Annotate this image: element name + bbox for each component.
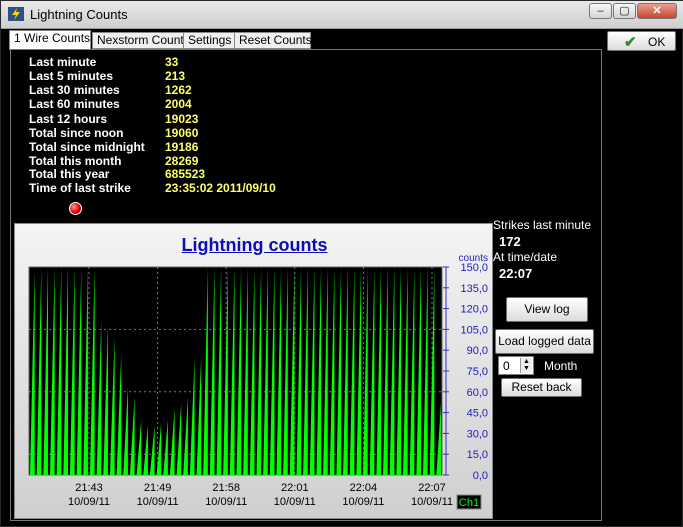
- month-spinner[interactable]: 0 ▲ ▼: [498, 356, 534, 375]
- stat-value: 19060: [165, 126, 199, 140]
- app-icon: [8, 7, 24, 21]
- close-button[interactable]: ✕: [637, 3, 677, 19]
- stat-value: 33: [165, 55, 179, 69]
- status-led-indicator: [69, 202, 82, 215]
- stat-value: 19023: [165, 112, 199, 126]
- load-logged-data-button[interactable]: Load logged data: [495, 329, 594, 354]
- chart-panel: Lightning counts 0,0 15,0 30,0 45,0 60,0 75,0…: [14, 223, 493, 519]
- y-tick-label: 75,0: [467, 366, 488, 378]
- stat-label: Time of last strike: [29, 181, 131, 195]
- stat-value: 23:35:02 2011/09/10: [165, 181, 276, 195]
- at-time-date-value: 22:07: [499, 266, 533, 281]
- checkmark-icon: ✔: [624, 34, 637, 51]
- stat-value: 28269: [165, 154, 199, 168]
- stat-value: 19186: [165, 140, 199, 154]
- y-tick-label: 120,0: [460, 304, 488, 316]
- stat-label: Last 5 minutes: [29, 69, 114, 83]
- stat-label: Total this year: [29, 167, 110, 181]
- view-log-button[interactable]: View log: [506, 297, 588, 322]
- month-label: Month: [544, 359, 578, 373]
- stat-label: Last 12 hours: [29, 112, 108, 126]
- channel-label: Ch1: [459, 497, 479, 509]
- tab-1-wire-counts[interactable]: 1 Wire Counts: [9, 30, 91, 50]
- y-axis-label: counts: [459, 253, 488, 264]
- tab-reset-counts[interactable]: Reset Counts: [234, 32, 312, 49]
- minimize-icon: –: [597, 5, 604, 17]
- y-tick-label: 90,0: [467, 345, 488, 357]
- stat-label: Total since midnight: [29, 140, 145, 154]
- y-tick-label: 15,0: [467, 449, 488, 461]
- stat-value: 685523: [165, 167, 206, 181]
- stat-value: 1262: [165, 83, 192, 97]
- stat-label: Total since noon: [29, 126, 124, 140]
- reset-back-button[interactable]: Reset back: [501, 378, 582, 397]
- y-tick-label: 105,0: [460, 324, 488, 336]
- stat-value: 2004: [165, 97, 192, 111]
- strikes-last-minute-value: 172: [499, 234, 521, 249]
- stat-label: Last 30 minutes: [29, 83, 120, 97]
- x-tick-date-label: 10/09/11: [137, 496, 179, 508]
- x-tick-label: 21:58: [212, 482, 240, 494]
- y-tick-label: 60,0: [467, 387, 488, 399]
- stat-label: Last minute: [29, 55, 97, 69]
- maximize-icon: ▢: [619, 5, 630, 17]
- x-tick-label: 22:04: [350, 482, 378, 494]
- strikes-last-minute-label: Strikes last minute: [493, 218, 592, 232]
- x-tick-date-label: 10/09/11: [342, 496, 384, 508]
- y-tick-label: 0,0: [473, 470, 488, 482]
- x-tick-label: 21:49: [144, 482, 172, 494]
- y-tick-label: 45,0: [467, 408, 488, 420]
- y-tick-label: 30,0: [467, 428, 488, 440]
- tab-nexstorm-counts[interactable]: Nexstorm Counts: [92, 32, 190, 49]
- x-tick-date-label: 10/09/11: [274, 496, 316, 508]
- lightning-chart: 0,0 15,0 30,0 45,0 60,0 75,0 90,0 105,0 120,0 135…: [28, 253, 488, 510]
- month-spinner-value: 0: [503, 359, 510, 373]
- close-icon: ✕: [652, 5, 662, 17]
- x-tick-date-label: 10/09/11: [205, 496, 247, 508]
- spinner-arrows-icon[interactable]: ▲ ▼: [520, 358, 532, 373]
- y-tick-label: 135,0: [460, 283, 488, 295]
- minimize-button[interactable]: –: [589, 3, 612, 19]
- tab-settings[interactable]: Settings: [183, 32, 241, 49]
- window-title: Lightning Counts: [30, 7, 128, 22]
- x-tick-date-label: 10/09/11: [411, 496, 453, 508]
- x-tick-label: 22:07: [418, 482, 446, 494]
- at-time-date-label: At time/date: [493, 250, 558, 264]
- maximize-button[interactable]: ▢: [613, 3, 636, 19]
- stat-label: Total this month: [29, 154, 122, 168]
- x-tick-date-label: 10/09/11: [68, 496, 110, 508]
- stat-value: 213: [165, 69, 186, 83]
- ok-label: OK: [648, 35, 666, 49]
- app-window: Lightning Counts – ▢ ✕ 1 Wire Counts Nex…: [0, 0, 683, 527]
- stat-label: Last 60 minutes: [29, 97, 120, 111]
- ok-button[interactable]: ✔ OK: [607, 31, 676, 51]
- x-tick-label: 21:43: [75, 482, 103, 494]
- title-bar: Lightning Counts – ▢ ✕: [1, 1, 683, 29]
- x-tick-label: 22:01: [281, 482, 309, 494]
